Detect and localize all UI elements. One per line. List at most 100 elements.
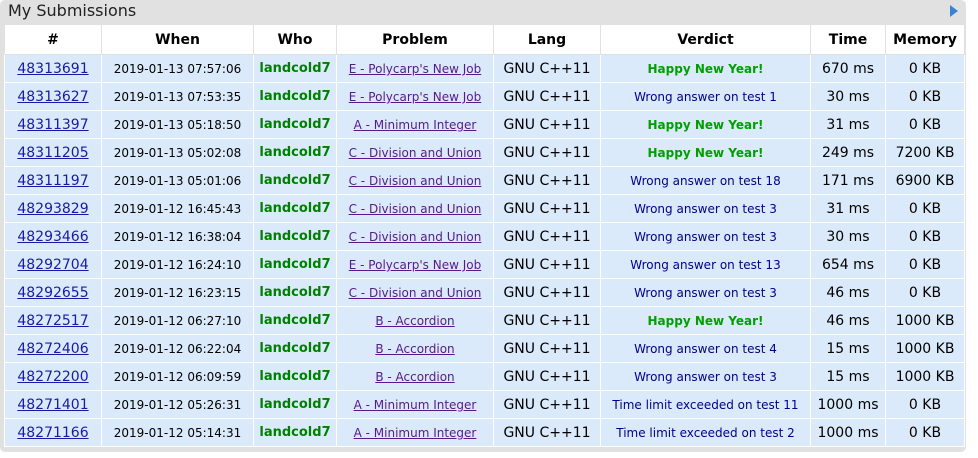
- who-cell[interactable]: landcold7: [253, 110, 337, 139]
- col-header-verdict: Verdict: [600, 24, 811, 55]
- lang-cell: GNU C++11: [493, 390, 601, 419]
- submission-id-link[interactable]: 48271166: [17, 425, 88, 441]
- who-cell[interactable]: landcold7: [253, 278, 337, 307]
- memory-cell: 0 KB: [885, 418, 965, 447]
- submission-id-link[interactable]: 48271401: [17, 397, 88, 413]
- submission-id-link[interactable]: 48272406: [17, 341, 88, 357]
- verdict-cell: Happy New Year!: [600, 306, 811, 335]
- verdict-cell: Happy New Year!: [600, 138, 811, 167]
- verdict-cell: Wrong answer on test 18: [600, 166, 811, 195]
- submission-id-cell: 48272406: [4, 334, 102, 363]
- memory-cell: 0 KB: [885, 194, 965, 223]
- problem-cell: E - Polycarp's New Job: [336, 250, 494, 279]
- memory-cell: 0 KB: [885, 250, 965, 279]
- lang-cell: GNU C++11: [493, 278, 601, 307]
- lang-cell: GNU C++11: [493, 418, 601, 447]
- when-cell: 2019-01-12 16:45:43: [101, 194, 254, 223]
- when-cell: 2019-01-12 05:14:31: [101, 418, 254, 447]
- table-row: 48293829 2019-01-12 16:45:43 landcold7 C - …: [4, 194, 965, 223]
- time-cell: 15 ms: [810, 334, 886, 363]
- memory-cell: 0 KB: [885, 278, 965, 307]
- who-cell[interactable]: landcold7: [253, 362, 337, 391]
- when-cell: 2019-01-13 05:02:08: [101, 138, 254, 167]
- table-header-row: # When Who Problem Lang Verdict Time Mem…: [4, 24, 965, 55]
- who-cell[interactable]: landcold7: [253, 222, 337, 251]
- table-row: 48313627 2019-01-13 07:53:35 landcold7 E - …: [4, 82, 965, 111]
- panel-header: My Submissions: [0, 0, 966, 22]
- submission-id-link[interactable]: 48272517: [17, 313, 88, 329]
- table-row: 48272200 2019-01-12 06:09:59 landcold7 B - …: [4, 362, 965, 391]
- panel-title: My Submissions: [8, 1, 137, 20]
- verdict-cell: Time limit exceeded on test 2: [600, 418, 811, 447]
- problem-link[interactable]: A - Minimum Integer: [354, 398, 477, 412]
- problem-link[interactable]: C - Division and Union: [349, 286, 482, 300]
- lang-cell: GNU C++11: [493, 222, 601, 251]
- who-cell[interactable]: landcold7: [253, 250, 337, 279]
- table-row: 48272517 2019-01-12 06:27:10 landcold7 B - …: [4, 306, 965, 335]
- who-cell[interactable]: landcold7: [253, 418, 337, 447]
- who-cell[interactable]: landcold7: [253, 54, 337, 83]
- memory-cell: 1000 KB: [885, 362, 965, 391]
- problem-cell: C - Division and Union: [336, 194, 494, 223]
- lang-cell: GNU C++11: [493, 250, 601, 279]
- time-cell: 31 ms: [810, 194, 886, 223]
- who-cell[interactable]: landcold7: [253, 82, 337, 111]
- problem-link[interactable]: B - Accordion: [375, 314, 454, 328]
- time-cell: 249 ms: [810, 138, 886, 167]
- when-cell: 2019-01-12 06:09:59: [101, 362, 254, 391]
- who-cell[interactable]: landcold7: [253, 138, 337, 167]
- problem-link[interactable]: C - Division and Union: [349, 202, 482, 216]
- problem-link[interactable]: B - Accordion: [375, 342, 454, 356]
- problem-link[interactable]: C - Division and Union: [349, 230, 482, 244]
- submission-id-link[interactable]: 48292704: [17, 257, 88, 273]
- problem-cell: A - Minimum Integer: [336, 418, 494, 447]
- problem-cell: C - Division and Union: [336, 222, 494, 251]
- who-cell[interactable]: landcold7: [253, 334, 337, 363]
- when-cell: 2019-01-13 07:53:35: [101, 82, 254, 111]
- col-header-who: Who: [253, 24, 337, 55]
- who-cell[interactable]: landcold7: [253, 390, 337, 419]
- memory-cell: 7200 KB: [885, 138, 965, 167]
- problem-link[interactable]: E - Polycarp's New Job: [349, 62, 481, 76]
- who-cell[interactable]: landcold7: [253, 166, 337, 195]
- verdict-cell: Time limit exceeded on test 11: [600, 390, 811, 419]
- submission-id-link[interactable]: 48292655: [17, 285, 88, 301]
- table-row: 48292704 2019-01-12 16:24:10 landcold7 E - …: [4, 250, 965, 279]
- submission-id-link[interactable]: 48313691: [17, 61, 88, 77]
- submission-id-link[interactable]: 48293466: [17, 229, 88, 245]
- lang-cell: GNU C++11: [493, 362, 601, 391]
- submission-id-link[interactable]: 48272200: [17, 369, 88, 385]
- problem-link[interactable]: A - Minimum Integer: [354, 118, 477, 132]
- problem-link[interactable]: E - Polycarp's New Job: [349, 90, 481, 104]
- submission-id-link[interactable]: 48293829: [17, 201, 88, 217]
- when-cell: 2019-01-12 06:22:04: [101, 334, 254, 363]
- problem-cell: B - Accordion: [336, 306, 494, 335]
- memory-cell: 6900 KB: [885, 166, 965, 195]
- table-row: 48293466 2019-01-12 16:38:04 landcold7 C - …: [4, 222, 965, 251]
- submission-id-link[interactable]: 48311205: [17, 145, 88, 161]
- verdict-cell: Wrong answer on test 3: [600, 222, 811, 251]
- table-row: 48311205 2019-01-13 05:02:08 landcold7 C - …: [4, 138, 965, 167]
- submission-id-cell: 48292655: [4, 278, 102, 307]
- when-cell: 2019-01-12 16:24:10: [101, 250, 254, 279]
- who-cell[interactable]: landcold7: [253, 194, 337, 223]
- when-cell: 2019-01-12 16:23:15: [101, 278, 254, 307]
- problem-link[interactable]: C - Division and Union: [349, 174, 482, 188]
- memory-cell: 0 KB: [885, 222, 965, 251]
- problem-link[interactable]: E - Polycarp's New Job: [349, 258, 481, 272]
- table-row: 48271166 2019-01-12 05:14:31 landcold7 A - …: [4, 418, 965, 447]
- who-cell[interactable]: landcold7: [253, 306, 337, 335]
- memory-cell: 0 KB: [885, 54, 965, 83]
- verdict-cell: Wrong answer on test 4: [600, 334, 811, 363]
- lang-cell: GNU C++11: [493, 194, 601, 223]
- problem-link[interactable]: A - Minimum Integer: [354, 426, 477, 440]
- submission-id-cell: 48311397: [4, 110, 102, 139]
- problem-link[interactable]: C - Division and Union: [349, 146, 482, 160]
- submission-id-link[interactable]: 48311197: [17, 173, 88, 189]
- play-arrow-icon[interactable]: [950, 5, 958, 17]
- problem-cell: C - Division and Union: [336, 278, 494, 307]
- submission-id-link[interactable]: 48313627: [17, 89, 88, 105]
- problem-link[interactable]: B - Accordion: [375, 370, 454, 384]
- submission-id-link[interactable]: 48311397: [17, 117, 88, 133]
- problem-cell: A - Minimum Integer: [336, 390, 494, 419]
